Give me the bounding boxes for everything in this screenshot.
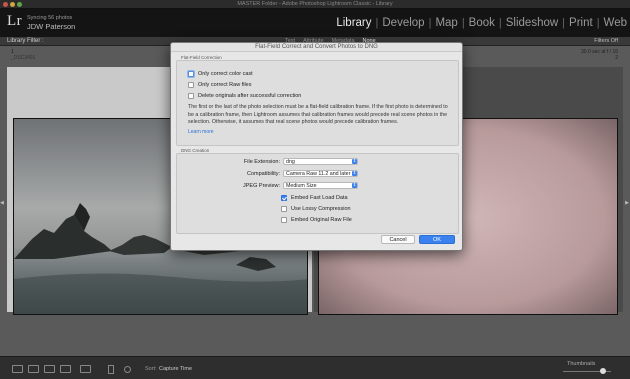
module-picker: Library | Develop | Map | Book | Slidesh… xyxy=(336,14,627,32)
embed-raw-checkbox[interactable] xyxy=(281,217,287,223)
lightroom-logo: Lr xyxy=(7,13,23,29)
compatibility-select[interactable]: Camera Raw 11.2 and later xyxy=(283,170,358,177)
chevron-updown-icon xyxy=(352,182,357,188)
color-cast-checkbox[interactable] xyxy=(188,71,194,77)
module-separator: | xyxy=(562,17,566,29)
grid-view-icon[interactable] xyxy=(12,365,23,373)
jpeg-preview-value: Medium Size xyxy=(286,183,317,189)
module-develop[interactable]: Develop xyxy=(382,17,424,29)
right-panel-toggle-icon[interactable]: ▶ xyxy=(625,200,629,206)
delete-originals-checkbox[interactable] xyxy=(188,93,194,99)
lossy-compression-label: Use Lossy Compression xyxy=(291,206,351,212)
dialog-title: Flat-Field Correct and Convert Photos to… xyxy=(171,43,462,52)
option-embed-raw[interactable]: Embed Original Raw File xyxy=(281,217,352,223)
compare-view-icon[interactable] xyxy=(44,365,55,373)
option-lossy-compression[interactable]: Use Lossy Compression xyxy=(281,206,351,212)
top-panel: Lr Syncing 56 photos JDW Paterson Librar… xyxy=(0,9,630,37)
compatibility-value: Camera Raw 11.2 and later xyxy=(286,171,351,177)
module-slideshow[interactable]: Slideshow xyxy=(506,17,558,29)
option-delete-originals[interactable]: Delete originals after successful correc… xyxy=(188,93,301,99)
fast-load-label: Embed Fast Load Data xyxy=(291,195,348,201)
sort-label: Sort: xyxy=(145,366,157,372)
jpeg-preview-select[interactable]: Medium Size xyxy=(283,182,358,189)
flat-field-correction-label: Flat-Field Correction xyxy=(181,55,222,60)
module-web[interactable]: Web xyxy=(604,17,627,29)
ok-button[interactable]: OK xyxy=(419,235,455,244)
cell-index-right: 2 xyxy=(615,55,618,61)
cell-filename-left: _DSC3491 xyxy=(11,55,36,61)
cancel-button[interactable]: Cancel xyxy=(381,235,415,244)
dng-creation-label: DNG Creation xyxy=(181,148,210,153)
module-book[interactable]: Book xyxy=(469,17,495,29)
sort-direction-icon[interactable] xyxy=(124,366,131,373)
flat-field-dialog: Flat-Field Correct and Convert Photos to… xyxy=(170,42,463,251)
module-separator: | xyxy=(375,17,379,29)
option-raw-only[interactable]: Only correct Raw files xyxy=(188,82,252,88)
option-color-cast[interactable]: Only correct color cast xyxy=(188,71,253,77)
color-cast-label: Only correct color cast xyxy=(198,71,253,77)
fast-load-checkbox[interactable] xyxy=(281,195,287,201)
people-view-icon[interactable] xyxy=(80,365,91,373)
delete-originals-label: Delete originals after successful correc… xyxy=(198,93,302,99)
file-extension-label: File Extension: xyxy=(243,159,280,165)
module-library[interactable]: Library xyxy=(336,17,371,29)
module-print[interactable]: Print xyxy=(569,17,593,29)
left-panel-toggle-icon[interactable]: ◀ xyxy=(0,200,4,206)
lossy-compression-checkbox[interactable] xyxy=(281,206,287,212)
loupe-view-icon[interactable] xyxy=(28,365,39,373)
module-separator: | xyxy=(596,17,600,29)
module-map[interactable]: Map xyxy=(435,17,457,29)
custom-filter-dropdown[interactable]: Filters Off xyxy=(594,38,618,44)
chevron-updown-icon xyxy=(352,170,357,176)
compatibility-label: Compatibility: xyxy=(246,171,280,177)
learn-more-link[interactable]: Learn more xyxy=(188,129,214,135)
window-title: MASTER Folder - Adobe Photoshop Lightroo… xyxy=(237,1,393,7)
sort-dropdown[interactable]: Capture Time xyxy=(159,366,192,372)
jpeg-preview-label: JPEG Preview: xyxy=(243,183,280,189)
thumbnail-size-slider-handle[interactable] xyxy=(600,368,606,374)
cell-exposure-right: 30.0 sec at f / 16 xyxy=(581,49,618,55)
bottom-toolbar: Sort: Capture Time Thumbnails xyxy=(0,356,630,379)
library-filter-label: Library Filter : xyxy=(7,38,44,44)
thumbnails-label: Thumbnails xyxy=(567,361,596,367)
module-separator: | xyxy=(461,17,465,29)
window-title-bar: MASTER Folder - Adobe Photoshop Lightroo… xyxy=(0,0,630,9)
survey-view-icon[interactable] xyxy=(60,365,71,373)
chevron-updown-icon xyxy=(352,158,357,164)
embed-raw-label: Embed Original Raw File xyxy=(291,217,352,223)
file-extension-select[interactable]: dng xyxy=(283,158,358,165)
identity-plate-name: JDW Paterson xyxy=(27,22,76,31)
module-separator: | xyxy=(498,17,502,29)
option-fast-load[interactable]: Embed Fast Load Data xyxy=(281,195,348,201)
calibration-info-text: The first or the last of the photo selec… xyxy=(188,104,448,126)
file-extension-value: dng xyxy=(286,159,295,165)
raw-only-checkbox[interactable] xyxy=(188,82,194,88)
sync-status[interactable]: Syncing 56 photos xyxy=(27,15,72,21)
raw-only-label: Only correct Raw files xyxy=(198,82,252,88)
module-separator: | xyxy=(428,17,432,29)
painter-icon[interactable] xyxy=(108,365,114,374)
